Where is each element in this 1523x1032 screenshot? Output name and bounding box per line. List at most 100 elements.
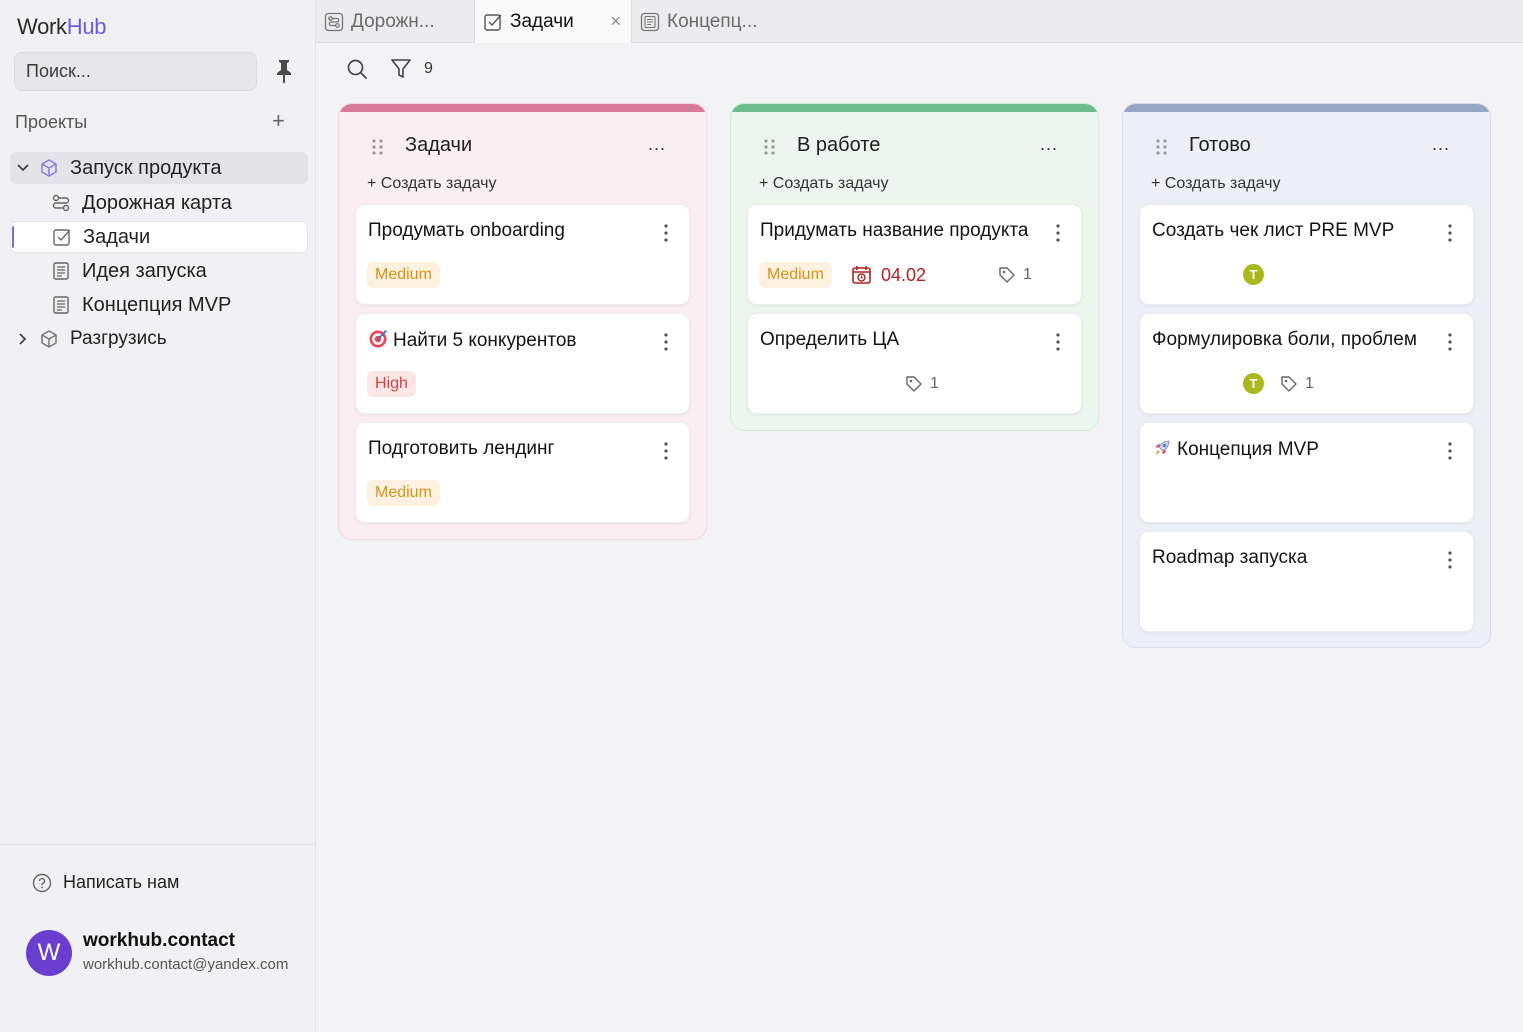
user-name: workhub.contact	[83, 930, 236, 951]
due-date: 04.02	[851, 262, 926, 288]
task-card[interactable]: Roadmap запуска	[1139, 531, 1474, 632]
task-card[interactable]: Придумать название продукта Medium 04.02…	[747, 204, 1082, 305]
kebab-menu-icon[interactable]	[1447, 332, 1453, 352]
task-card[interactable]: Создать чек лист PRE MVP T	[1139, 204, 1474, 305]
tab-label: Концепц...	[667, 10, 758, 32]
cube-icon	[38, 157, 60, 179]
tag-icon	[906, 376, 922, 392]
card-title: Подготовить лендинг	[368, 438, 555, 459]
search-input[interactable]: Поиск...	[14, 52, 257, 91]
sidebar-item-roadmap[interactable]: Дорожная карта	[50, 187, 308, 219]
task-card[interactable]: Формулировка боли, проблем T 1	[1139, 313, 1474, 414]
card-title: Определить ЦА	[760, 329, 900, 350]
target-icon	[369, 330, 387, 348]
sidebar-item-label: Задачи	[83, 225, 151, 248]
create-task-button[interactable]: + Создать задачу	[367, 175, 497, 193]
kebab-menu-icon[interactable]	[1447, 223, 1453, 243]
tag-icon	[1281, 376, 1297, 392]
close-icon[interactable]: ×	[610, 11, 621, 32]
project-razgruzis[interactable]: Разгрузись	[16, 323, 308, 355]
create-task-button[interactable]: + Создать задачу	[1151, 175, 1281, 193]
task-card[interactable]: Концепция MVP	[1139, 422, 1474, 523]
card-title: Roadmap запуска	[1152, 547, 1308, 568]
assignee-avatar[interactable]: T	[1243, 264, 1264, 285]
sidebar-item-mvp[interactable]: Концепция MVP	[50, 289, 308, 321]
pin-icon[interactable]	[272, 58, 296, 84]
column-more-button[interactable]: ...	[1040, 134, 1058, 155]
task-card[interactable]: Подготовить лендинг Medium	[355, 422, 690, 523]
user-email: workhub.contact@yandex.com	[83, 956, 289, 973]
drag-handle-icon[interactable]	[1155, 138, 1169, 156]
kebab-menu-icon[interactable]	[1055, 332, 1061, 352]
cube-icon	[38, 328, 60, 350]
kebab-menu-icon[interactable]	[1447, 441, 1453, 461]
card-title: Найти 5 конкурентов	[368, 329, 577, 352]
project-zapusk-produkta[interactable]: Запуск продукта	[10, 152, 308, 184]
roadmap-icon	[324, 12, 344, 31]
task-card[interactable]: Определить ЦА 1	[747, 313, 1082, 414]
alarm-calendar-icon	[852, 266, 871, 284]
chevron-right-icon[interactable]	[16, 332, 30, 346]
sidebar: WorkHub Поиск... Проекты + Запуск продук…	[0, 0, 316, 1032]
avatar[interactable]: W	[26, 930, 72, 976]
priority-badge: High	[367, 371, 416, 397]
tags-count: 1	[904, 372, 939, 396]
filter-count: 9	[424, 60, 433, 77]
active-indicator	[12, 226, 14, 248]
filter-icon[interactable]	[390, 57, 412, 81]
document-icon	[50, 260, 72, 282]
priority-badge: Medium	[367, 480, 440, 506]
add-project-button[interactable]: +	[272, 110, 285, 132]
column-in-progress: В работе ... + Создать задачу Придумать …	[730, 103, 1099, 431]
column-todo: Задачи ... + Создать задачу Продумать on…	[338, 103, 707, 540]
column-accent	[731, 104, 1098, 112]
card-title: Придумать название продукта	[760, 220, 1029, 241]
tab-roadmap[interactable]: Дорожн...	[316, 0, 474, 43]
drag-handle-icon[interactable]	[763, 138, 777, 156]
project-name: Запуск продукта	[70, 156, 222, 179]
sidebar-item-label: Идея запуска	[82, 259, 207, 282]
sidebar-item-label: Дорожная карта	[82, 191, 232, 214]
project-name: Разгрузись	[70, 328, 167, 349]
drag-handle-icon[interactable]	[371, 138, 385, 156]
checkbox-icon	[51, 226, 73, 248]
kebab-menu-icon[interactable]	[1055, 223, 1061, 243]
task-card[interactable]: Найти 5 конкурентов High	[355, 313, 690, 414]
card-title: Продумать onboarding	[368, 220, 565, 241]
assignee-avatar[interactable]: T	[1243, 373, 1264, 394]
sidebar-item-tasks[interactable]: Задачи	[10, 221, 308, 253]
due-date-value: 04.02	[881, 264, 927, 285]
kebab-menu-icon[interactable]	[663, 223, 669, 243]
app-logo[interactable]: WorkHub	[17, 14, 107, 40]
card-title: Создать чек лист PRE MVP	[1152, 220, 1395, 241]
search-icon[interactable]	[346, 58, 368, 80]
sidebar-item-idea[interactable]: Идея запуска	[50, 255, 308, 287]
tab-tasks[interactable]: Задачи ×	[474, 0, 632, 43]
kebab-menu-icon[interactable]	[663, 332, 669, 352]
create-task-button[interactable]: + Создать задачу	[759, 175, 889, 193]
rocket-icon	[1155, 440, 1170, 455]
card-title: Формулировка боли, проблем	[1152, 329, 1417, 350]
tab-mvp-concept[interactable]: Концепц...	[632, 0, 792, 43]
tab-label: Дорожн...	[351, 10, 435, 32]
chevron-down-icon[interactable]	[16, 161, 30, 175]
help-label: Написать нам	[63, 872, 180, 892]
contact-us-link[interactable]: Написать нам	[32, 872, 179, 893]
priority-badge: Medium	[367, 262, 440, 288]
column-accent	[1123, 104, 1490, 112]
document-icon	[640, 12, 660, 31]
column-accent	[339, 104, 706, 112]
document-icon	[50, 294, 72, 316]
tag-icon	[999, 267, 1015, 283]
column-more-button[interactable]: ...	[1432, 134, 1450, 155]
tags-count: 1	[1279, 372, 1314, 396]
kebab-menu-icon[interactable]	[1447, 550, 1453, 570]
task-card[interactable]: Продумать onboarding Medium	[355, 204, 690, 305]
kebab-menu-icon[interactable]	[663, 441, 669, 461]
tab-bar: Дорожн... Задачи × Концепц...	[316, 0, 1523, 43]
column-done: Готово ... + Создать задачу Создать чек …	[1122, 103, 1491, 648]
roadmap-icon	[50, 192, 72, 214]
card-title: Концепция MVP	[1152, 438, 1319, 461]
column-title: Задачи	[405, 134, 473, 156]
column-more-button[interactable]: ...	[648, 134, 666, 155]
